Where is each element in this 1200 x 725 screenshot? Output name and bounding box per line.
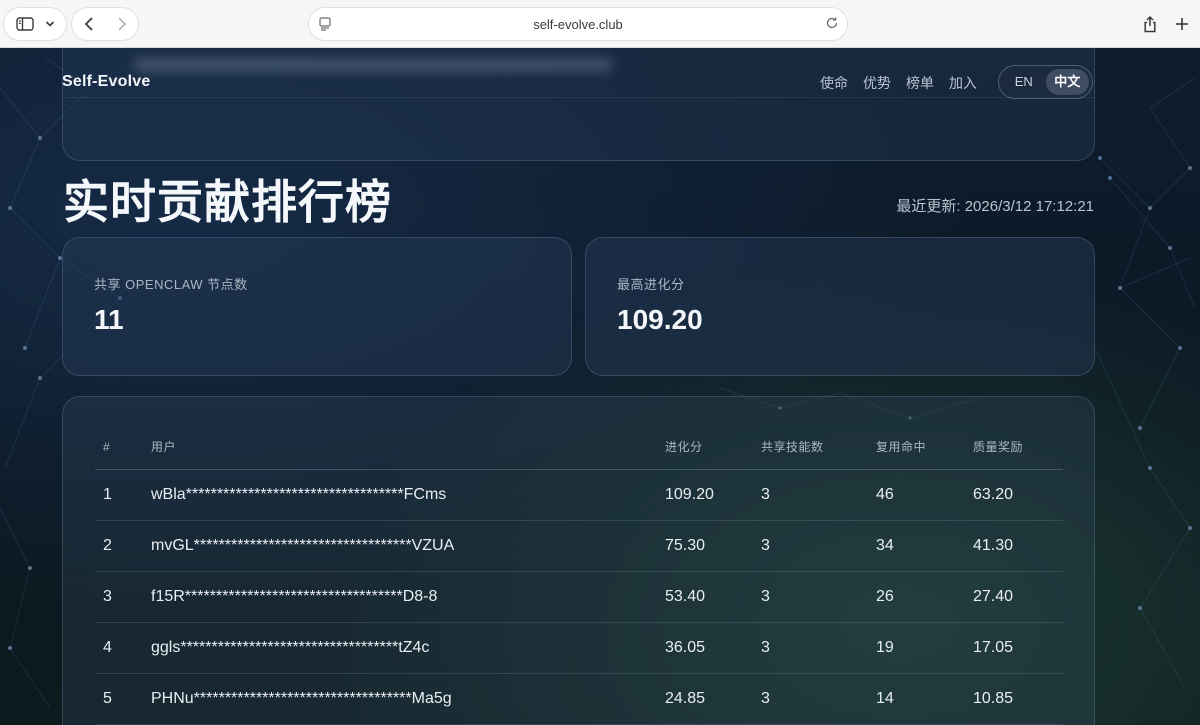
cell-user: ggls***********************************t… xyxy=(151,622,665,674)
reload-icon[interactable] xyxy=(825,16,839,30)
forward-icon[interactable] xyxy=(117,16,127,32)
address-bar[interactable]: self-evolve.club xyxy=(309,8,847,40)
table-row: 4 ggls**********************************… xyxy=(95,622,1063,674)
cell-reward: 27.40 xyxy=(973,571,1063,623)
stat-label: 最高进化分 xyxy=(617,277,685,292)
nav-item-advantages[interactable]: 优势 xyxy=(863,73,891,93)
cell-hits: 34 xyxy=(876,520,973,572)
brand-logo[interactable]: Self-Evolve xyxy=(62,73,150,91)
cell-user: mvGL***********************************V… xyxy=(151,520,665,572)
cell-rank: 4 xyxy=(95,622,151,674)
cell-score: 36.05 xyxy=(665,622,761,674)
stat-card-nodes: 共享 OPENCLAW 节点数 11 xyxy=(62,237,572,376)
leaderboard-card: # 用户 进化分 共享技能数 复用命中 质量奖励 1 wBla*********… xyxy=(62,396,1095,725)
cell-skills: 3 xyxy=(761,520,876,572)
divider xyxy=(63,97,1094,98)
url-text: self-evolve.club xyxy=(533,16,623,32)
back-icon[interactable] xyxy=(84,16,94,32)
cell-hits: 46 xyxy=(876,469,973,521)
cell-rank: 3 xyxy=(95,571,151,623)
cell-hits: 19 xyxy=(876,622,973,674)
cell-skills: 3 xyxy=(761,673,876,725)
language-toggle: EN 中文 xyxy=(998,65,1093,99)
top-glass-card xyxy=(62,48,1095,161)
col-skills: 共享技能数 xyxy=(761,425,876,470)
plus-icon xyxy=(1175,17,1189,31)
cell-hits: 26 xyxy=(876,571,973,623)
cell-score: 75.30 xyxy=(665,520,761,572)
stat-value: 109.20 xyxy=(617,304,703,335)
main-nav: 使命 优势 榜单 加入 xyxy=(820,73,977,93)
cell-score: 53.40 xyxy=(665,571,761,623)
history-nav xyxy=(72,8,138,40)
lang-option-en[interactable]: EN xyxy=(1002,69,1046,95)
leaderboard-table: # 用户 进化分 共享技能数 复用命中 质量奖励 1 wBla*********… xyxy=(95,425,1063,725)
cell-reward: 10.85 xyxy=(973,673,1063,725)
cell-score: 24.85 xyxy=(665,673,761,725)
page-title: 实时贡献排行榜 xyxy=(63,176,392,228)
sidebar-icon xyxy=(15,17,34,31)
cell-user: PHNu***********************************M… xyxy=(151,673,665,725)
new-tab-button[interactable] xyxy=(1168,8,1196,40)
cell-skills: 3 xyxy=(761,469,876,521)
col-reward: 质量奖励 xyxy=(973,425,1063,470)
nav-item-mission[interactable]: 使命 xyxy=(820,73,848,93)
cell-skills: 3 xyxy=(761,622,876,674)
cell-user: wBla***********************************F… xyxy=(151,469,665,521)
chevron-down-icon[interactable] xyxy=(45,20,55,28)
cell-rank: 1 xyxy=(95,469,151,521)
cell-rank: 5 xyxy=(95,673,151,725)
cell-rank: 2 xyxy=(95,520,151,572)
col-hits: 复用命中 xyxy=(876,425,973,470)
page-icon xyxy=(319,17,331,31)
blurred-content xyxy=(133,57,613,73)
stat-label: 共享 OPENCLAW 节点数 xyxy=(94,277,248,292)
table-row: 5 PHNu**********************************… xyxy=(95,673,1063,725)
cell-reward: 17.05 xyxy=(973,622,1063,674)
cell-reward: 63.20 xyxy=(973,469,1063,521)
cell-user: f15R***********************************D… xyxy=(151,571,665,623)
share-icon xyxy=(1142,15,1158,33)
col-user: 用户 xyxy=(151,425,665,470)
stat-value: 11 xyxy=(94,304,124,335)
cell-skills: 3 xyxy=(761,571,876,623)
sidebar-toggle-button[interactable] xyxy=(4,8,66,40)
cell-score: 109.20 xyxy=(665,469,761,521)
lang-option-zh[interactable]: 中文 xyxy=(1045,69,1089,95)
browser-toolbar: self-evolve.club xyxy=(0,0,1200,48)
table-row: 3 f15R**********************************… xyxy=(95,571,1063,623)
cell-hits: 14 xyxy=(876,673,973,725)
table-row: 2 mvGL**********************************… xyxy=(95,520,1063,572)
table-header-row: # 用户 进化分 共享技能数 复用命中 质量奖励 xyxy=(95,425,1063,470)
col-score: 进化分 xyxy=(665,425,761,470)
nav-item-leaderboard[interactable]: 榜单 xyxy=(906,73,934,93)
cell-reward: 41.30 xyxy=(973,520,1063,572)
table-row: 1 wBla**********************************… xyxy=(95,469,1063,521)
stat-card-top-score: 最高进化分 109.20 xyxy=(585,237,1095,376)
page-viewport: Self-Evolve 使命 优势 榜单 加入 EN 中文 实时贡献排行榜 最近… xyxy=(0,48,1200,725)
col-rank: # xyxy=(95,425,151,470)
share-button[interactable] xyxy=(1134,8,1166,40)
last-updated: 最近更新: 2026/3/12 17:12:21 xyxy=(896,198,1094,215)
nav-item-join[interactable]: 加入 xyxy=(949,73,977,93)
